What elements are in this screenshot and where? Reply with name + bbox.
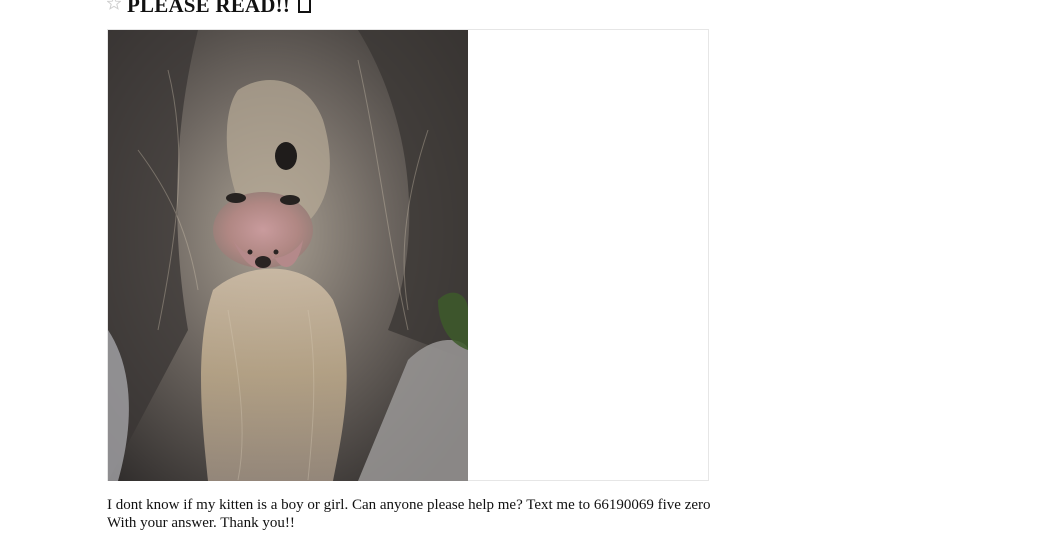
- star-icon[interactable]: [106, 0, 122, 10]
- missing-glyph-icon: [297, 0, 311, 13]
- post-body: I dont know if my kitten is a boy or gir…: [107, 496, 807, 532]
- post-body-line: With your answer. Thank you!!: [107, 515, 295, 531]
- post-title-text: PLEASE READ!!: [127, 0, 291, 17]
- kitten-photo[interactable]: [108, 30, 468, 481]
- post-body-line: I dont know if my kitten is a boy or gir…: [107, 497, 711, 513]
- image-gallery[interactable]: [107, 29, 709, 481]
- post-title: PLEASE READ!!: [127, 0, 311, 18]
- posting-page: PLEASE READ!! I dont know if my kitten i…: [0, 0, 1047, 544]
- posting-title-row: PLEASE READ!!: [106, 0, 311, 20]
